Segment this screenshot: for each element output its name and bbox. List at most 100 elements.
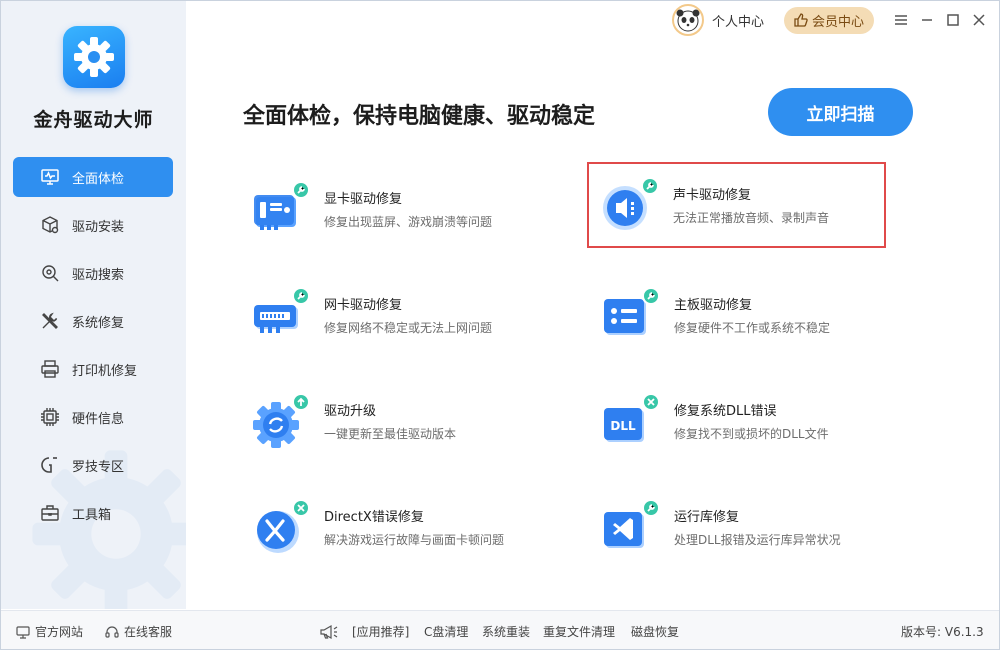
sidebar-item-label: 罗技专区 [72, 459, 125, 475]
sidebar-item-label: 驱动安装 [72, 219, 125, 235]
sidebar-item-full-checkup[interactable]: 全面体检 [13, 157, 173, 197]
page-headline: 全面体检，保持电脑健康、驱动稳定 [243, 104, 596, 129]
close-button[interactable] [966, 7, 992, 33]
card-description: 一键更新至最佳驱动版本 [324, 427, 457, 441]
recommend-section: [应用推荐] [319, 623, 409, 640]
svg-text:DLL: DLL [610, 419, 636, 433]
megaphone-icon [319, 624, 339, 640]
runtime-library-icon [600, 497, 660, 557]
sidebar-item-hardware-info[interactable]: 硬件信息 [13, 397, 173, 437]
x-badge-icon [292, 499, 310, 517]
minimize-button[interactable] [914, 7, 940, 33]
sidebar-item-printer-repair[interactable]: 打印机修复 [13, 349, 173, 389]
wrench-badge-icon [292, 287, 310, 305]
card-directx-error-repair[interactable]: DirectX错误修复 解决游戏运行故障与画面卡顿问题 [250, 486, 540, 568]
menu-icon [894, 11, 908, 30]
sidebar-item-driver-search[interactable]: 驱动搜索 [13, 253, 173, 293]
wrench-badge-icon [642, 287, 660, 305]
card-dll-error-repair[interactable]: DLL 修复系统DLL错误 修复找不到或损坏的DLL文件 [600, 380, 890, 462]
arrow-up-badge-icon [292, 393, 310, 411]
footer-link-duplicate-file-cleanup[interactable]: 重复文件清理 [543, 623, 615, 640]
menu-button[interactable] [888, 7, 914, 33]
sidebar-item-label: 工具箱 [72, 507, 112, 523]
toolbox-icon [39, 502, 61, 524]
online-service-label: 在线客服 [124, 625, 173, 639]
footer-link-c-drive-cleanup[interactable]: C盘清理 [424, 623, 468, 640]
status-bar: 官方网站 在线客服 [应用推荐] C盘清理 系统重装 重复文件清理 磁盘恢复 版… [1, 610, 999, 649]
wrench-screwdriver-icon [39, 310, 61, 332]
card-title: 网卡驱动修复 [324, 298, 403, 313]
monitor-icon [16, 625, 30, 639]
official-site-label: 官方网站 [35, 625, 84, 639]
card-title: 主板驱动修复 [674, 298, 753, 313]
motherboard-icon [600, 285, 660, 345]
card-title: 显卡驱动修复 [324, 192, 403, 207]
card-title: 声卡驱动修复 [673, 188, 752, 203]
user-avatar[interactable] [671, 4, 704, 36]
wrench-badge-icon [292, 181, 310, 199]
sidebar-item-label: 硬件信息 [72, 411, 125, 427]
vip-center-label: 会员中心 [811, 14, 864, 30]
card-description: 修复网络不稳定或无法上网问题 [324, 321, 493, 335]
sidebar-item-label: 系统修复 [72, 315, 125, 331]
chip-icon [39, 406, 61, 428]
headset-icon [105, 625, 119, 639]
dll-icon: DLL [600, 391, 660, 451]
graphics-card-icon [250, 179, 310, 239]
thumbs-up-icon [794, 13, 808, 27]
personal-center-link[interactable]: 个人中心 [712, 11, 764, 30]
card-title: DirectX错误修复 [324, 510, 424, 525]
box-gear-icon [39, 214, 61, 236]
card-motherboard-driver-repair[interactable]: 主板驱动修复 修复硬件不工作或系统不稳定 [600, 274, 890, 356]
maximize-button[interactable] [940, 7, 966, 33]
sidebar-item-logitech[interactable]: 罗技专区 [13, 445, 173, 485]
directx-icon [250, 497, 310, 557]
version-label: 版本号: V6.1.3 [901, 625, 984, 639]
card-title: 运行库修复 [674, 510, 740, 525]
sidebar-item-label: 打印机修复 [72, 363, 138, 379]
sidebar-item-toolbox[interactable]: 工具箱 [13, 493, 173, 533]
x-badge-icon [642, 393, 660, 411]
card-driver-upgrade[interactable]: 驱动升级 一键更新至最佳驱动版本 [250, 380, 540, 462]
card-sound-driver-repair[interactable]: 声卡驱动修复 无法正常播放音频、录制声音 [587, 162, 886, 248]
sidebar-item-driver-install[interactable]: 驱动安装 [13, 205, 173, 245]
card-description: 解决游戏运行故障与画面卡顿问题 [324, 533, 505, 547]
card-graphics-driver-repair[interactable]: 显卡驱动修复 修复出现蓝屏、游戏崩溃等问题 [250, 168, 540, 250]
sidebar-item-label: 全面体检 [72, 171, 125, 187]
vip-center-button[interactable]: 会员中心 [783, 6, 874, 34]
recommend-label: [应用推荐] [352, 625, 410, 639]
minimize-icon [921, 11, 933, 30]
card-title: 驱动升级 [324, 404, 377, 419]
maximize-icon [947, 11, 959, 30]
close-icon [973, 11, 985, 30]
card-runtime-library-repair[interactable]: 运行库修复 处理DLL报错及运行库异常状况 [600, 486, 890, 568]
official-site-link[interactable]: 官方网站 [16, 623, 83, 640]
sidebar-nav: 全面体检 驱动安装 驱动搜索 系统修复 打印机修复 硬件信息 罗技专区 工具箱 [13, 157, 173, 541]
monitor-check-icon [39, 166, 61, 188]
card-description: 无法正常播放音频、录制声音 [673, 211, 830, 225]
sidebar-item-system-repair[interactable]: 系统修复 [13, 301, 173, 341]
wrench-badge-icon [642, 499, 660, 517]
network-card-icon [250, 285, 310, 345]
card-description: 处理DLL报错及运行库异常状况 [674, 533, 841, 547]
sidebar: 金舟驱动大师 全面体检 驱动安装 驱动搜索 系统修复 打印机修复 硬件信息 罗技… [1, 1, 186, 609]
driver-upgrade-icon [250, 391, 310, 451]
sound-card-icon [599, 175, 659, 235]
footer-link-system-reinstall[interactable]: 系统重装 [482, 623, 530, 640]
card-description: 修复出现蓝屏、游戏崩溃等问题 [324, 215, 493, 229]
card-title: 修复系统DLL错误 [674, 404, 777, 419]
card-description: 修复找不到或损坏的DLL文件 [674, 427, 829, 441]
card-network-driver-repair[interactable]: 网卡驱动修复 修复网络不稳定或无法上网问题 [250, 274, 540, 356]
logitech-icon [39, 454, 61, 476]
printer-icon [39, 358, 61, 380]
title-bar: 个人中心 会员中心 [671, 4, 992, 36]
search-gear-icon [39, 262, 61, 284]
card-description: 修复硬件不工作或系统不稳定 [674, 321, 831, 335]
footer-link-disk-recovery[interactable]: 磁盘恢复 [631, 623, 679, 640]
app-name: 金舟驱动大师 [33, 109, 154, 131]
online-service-link[interactable]: 在线客服 [105, 623, 172, 640]
wrench-badge-icon [641, 177, 659, 195]
app-logo [63, 26, 125, 88]
sidebar-item-label: 驱动搜索 [72, 267, 125, 283]
scan-now-button[interactable]: 立即扫描 [768, 88, 913, 136]
